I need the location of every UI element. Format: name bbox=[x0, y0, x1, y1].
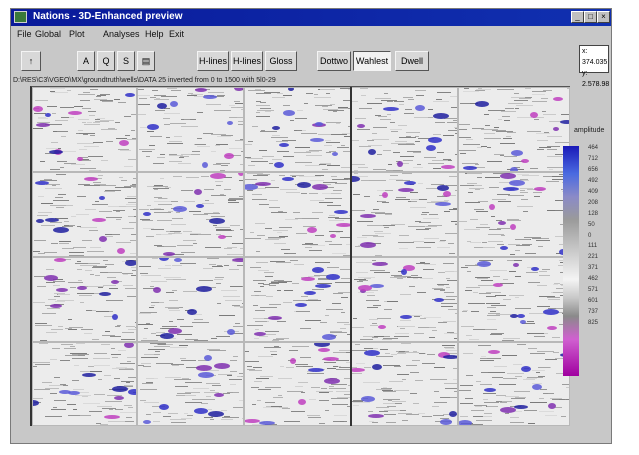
seismic-tile bbox=[245, 173, 350, 256]
colorbar-tick-label: 825 bbox=[588, 320, 599, 326]
colorbar-tick-label: 656 bbox=[588, 166, 599, 173]
seismic-tile bbox=[138, 88, 243, 171]
colorbar-tick-label: 208 bbox=[588, 199, 599, 206]
display-button[interactable]: ▤ bbox=[137, 51, 155, 71]
file-path-label: D:\RES\C3\VGEO\MX\groundtruth\wells\DATA… bbox=[13, 77, 276, 84]
hlines-button-2[interactable]: H-lines bbox=[231, 51, 263, 71]
seismic-tile bbox=[138, 258, 243, 341]
seismic-tile bbox=[138, 173, 243, 256]
colorbar-tick-label: 50 bbox=[588, 221, 595, 228]
coordinate-readout: x: 374.035 y: 2.578.98 bbox=[579, 45, 609, 88]
colorbar-tick-label: 128 bbox=[588, 210, 599, 217]
seismic-tile bbox=[352, 88, 457, 171]
menu-plot[interactable]: Plot bbox=[69, 29, 85, 39]
dwell-button[interactable]: Dwell bbox=[395, 51, 429, 71]
menu-file[interactable]: File bbox=[17, 29, 32, 39]
hlines-button-1[interactable]: H-lines bbox=[197, 51, 229, 71]
seismic-tile bbox=[459, 88, 569, 171]
seismic-tile bbox=[459, 173, 569, 256]
colorbar-tick-label: 409 bbox=[588, 188, 599, 195]
colorbar-tick-label: 712 bbox=[588, 155, 599, 162]
colorbar-tick-label: 221 bbox=[588, 254, 599, 261]
readout-x: x: 374.035 bbox=[582, 48, 608, 66]
menu-global[interactable]: Global bbox=[35, 29, 61, 39]
colorbar-tick-label: 737 bbox=[588, 309, 599, 316]
seismic-tile bbox=[459, 258, 569, 341]
menu-bar: File Global Plot Analyses Help Exit bbox=[11, 27, 611, 41]
seismic-tile bbox=[352, 258, 457, 341]
colorbar-tick-label: 0 bbox=[588, 232, 592, 239]
close-button[interactable]: × bbox=[597, 11, 610, 23]
toolbar: ↑ A Q S ▤ H-lines H-lines Gloss Dottwo W… bbox=[11, 41, 611, 73]
menu-analyses[interactable]: Analyses bbox=[103, 29, 140, 39]
maximize-button[interactable]: □ bbox=[584, 11, 597, 23]
up-arrow-button[interactable]: ↑ bbox=[21, 51, 41, 71]
seismic-tile bbox=[33, 343, 136, 425]
colorbar-tick-label: 371 bbox=[588, 265, 599, 272]
colorbar-tick-label: 492 bbox=[588, 177, 599, 184]
seismic-tile bbox=[459, 343, 569, 425]
dottwo-button[interactable]: Dottwo bbox=[317, 51, 351, 71]
readout-y: y: 2.578.98 bbox=[582, 70, 610, 88]
colorbar-title: amplitude bbox=[574, 127, 605, 134]
seismic-tile bbox=[245, 88, 350, 171]
colorbar-labels: 464 712 656 492 409 208 128 50 0 111 221 371 462 571 6… bbox=[588, 143, 614, 329]
menu-help[interactable]: Help bbox=[145, 29, 164, 39]
seismic-tile bbox=[352, 343, 457, 425]
seismic-tile bbox=[33, 258, 136, 341]
print-button[interactable]: A bbox=[77, 51, 95, 71]
colorbar-tick-label: 601 bbox=[588, 298, 599, 305]
seismic-tile bbox=[33, 88, 136, 171]
seismic-tile bbox=[245, 343, 350, 425]
gloss-button[interactable]: Gloss bbox=[265, 51, 297, 71]
minimize-button[interactable]: _ bbox=[571, 11, 584, 23]
colorbar bbox=[563, 146, 579, 376]
seismic-tile bbox=[245, 258, 350, 341]
colorbar-tick-label: 462 bbox=[588, 276, 599, 283]
wahlest-button[interactable]: Wahlest bbox=[353, 51, 391, 71]
colorbar-tick-label: 111 bbox=[588, 243, 598, 250]
zoom-button[interactable]: Q bbox=[97, 51, 115, 71]
seismic-tile bbox=[33, 173, 136, 256]
settings-button[interactable]: S bbox=[117, 51, 135, 71]
seismic-tile bbox=[138, 343, 243, 425]
menu-exit[interactable]: Exit bbox=[169, 29, 184, 39]
colorbar-tick-label: 571 bbox=[588, 287, 599, 294]
colorbar-tick-label: 464 bbox=[588, 145, 599, 151]
app-window: Nations - 3D-Enhanced preview _ □ × File… bbox=[10, 8, 612, 444]
seismic-tile bbox=[352, 173, 457, 256]
panel-separator bbox=[350, 87, 352, 426]
window-title: Nations - 3D-Enhanced preview bbox=[33, 11, 183, 22]
seismic-panel-grid[interactable] bbox=[30, 86, 570, 426]
title-bar[interactable]: Nations - 3D-Enhanced preview _ □ × bbox=[11, 9, 611, 26]
app-icon bbox=[14, 11, 27, 23]
